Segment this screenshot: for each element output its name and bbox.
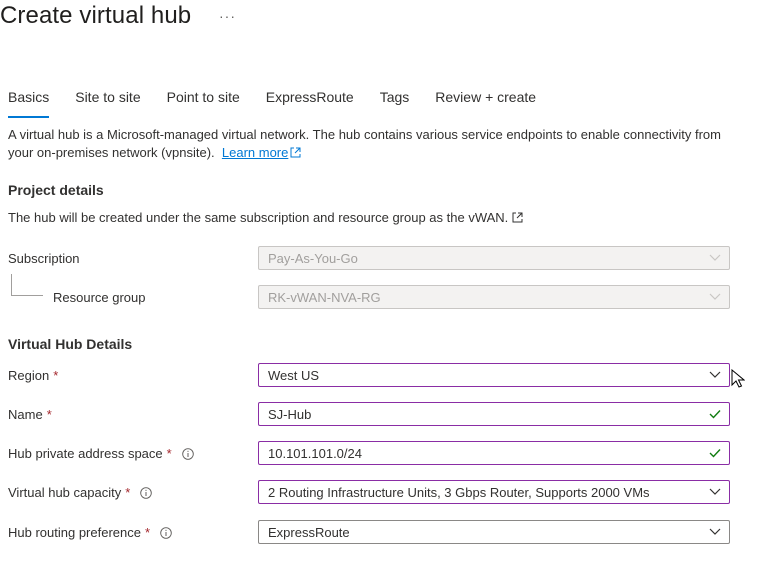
tree-connector [11,274,43,296]
tab-point-to-site[interactable]: Point to site [167,88,240,118]
hub-details-title: Virtual Hub Details [8,336,133,352]
intro-text-block: A virtual hub is a Microsoft-managed vir… [8,126,748,162]
name-input[interactable]: SJ-Hub [258,402,730,426]
region-label-text: Region [8,368,50,383]
tab-bar: Basics Site to site Point to site Expres… [8,88,562,118]
required-marker: * [166,446,172,461]
tab-tags[interactable]: Tags [380,88,410,118]
required-marker: * [53,368,59,383]
project-details-title: Project details [8,182,104,198]
capacity-label: Virtual hub capacity * [8,485,153,500]
page-title: Create virtual hub [0,2,192,29]
region-label: Region * [8,368,58,383]
tab-review-create[interactable]: Review + create [435,88,536,118]
address-space-value: 10.101.101.0/24 [268,445,362,461]
routing-preference-label: Hub routing preference * [8,525,172,540]
chevron-down-icon [701,488,729,496]
checkmark-icon [701,448,729,458]
project-details-description: The hub will be created under the same s… [8,210,523,225]
resource-group-dropdown: RK-vWAN-NVA-RG [258,285,730,309]
resource-group-value: RK-vWAN-NVA-RG [268,289,381,305]
checkmark-icon [701,409,729,419]
info-icon[interactable] [181,447,194,460]
required-marker: * [144,525,151,540]
subscription-label: Subscription [8,251,80,266]
info-icon[interactable] [160,526,172,539]
capacity-value: 2 Routing Infrastructure Units, 3 Gbps R… [268,484,650,500]
chevron-down-icon [701,293,729,301]
resource-group-label: Resource group [53,290,146,305]
tab-site-to-site[interactable]: Site to site [75,88,140,118]
info-icon[interactable] [140,486,153,499]
more-options-button[interactable]: ··· [219,8,236,24]
address-space-input[interactable]: 10.101.101.0/24 [258,441,730,465]
external-link-icon [290,147,301,158]
tab-expressroute[interactable]: ExpressRoute [266,88,354,118]
routing-preference-label-text: Hub routing preference [8,525,141,540]
address-space-label: Hub private address space * [8,446,194,461]
tab-basics[interactable]: Basics [8,88,50,118]
chevron-down-icon [701,371,729,379]
capacity-dropdown[interactable]: 2 Routing Infrastructure Units, 3 Gbps R… [258,480,730,504]
learn-more-link[interactable]: Learn more [222,145,288,160]
name-value: SJ-Hub [268,406,312,422]
subscription-value: Pay-As-You-Go [268,250,358,266]
mouse-cursor-icon [731,369,745,388]
name-label-text: Name [8,407,43,422]
region-value: West US [268,367,320,383]
routing-preference-dropdown[interactable]: ExpressRoute [258,520,730,544]
name-label: Name * [8,407,52,422]
required-marker: * [46,407,52,422]
region-dropdown[interactable]: West US [258,363,730,387]
external-link-icon[interactable] [512,212,523,223]
address-space-label-text: Hub private address space [8,446,163,461]
intro-text: A virtual hub is a Microsoft-managed vir… [8,127,721,160]
required-marker: * [125,485,131,500]
chevron-down-icon [701,528,729,536]
capacity-label-text: Virtual hub capacity [8,485,122,500]
project-details-text: The hub will be created under the same s… [8,210,509,225]
routing-preference-value: ExpressRoute [268,524,350,540]
subscription-dropdown: Pay-As-You-Go [258,246,730,270]
chevron-down-icon [701,254,729,262]
